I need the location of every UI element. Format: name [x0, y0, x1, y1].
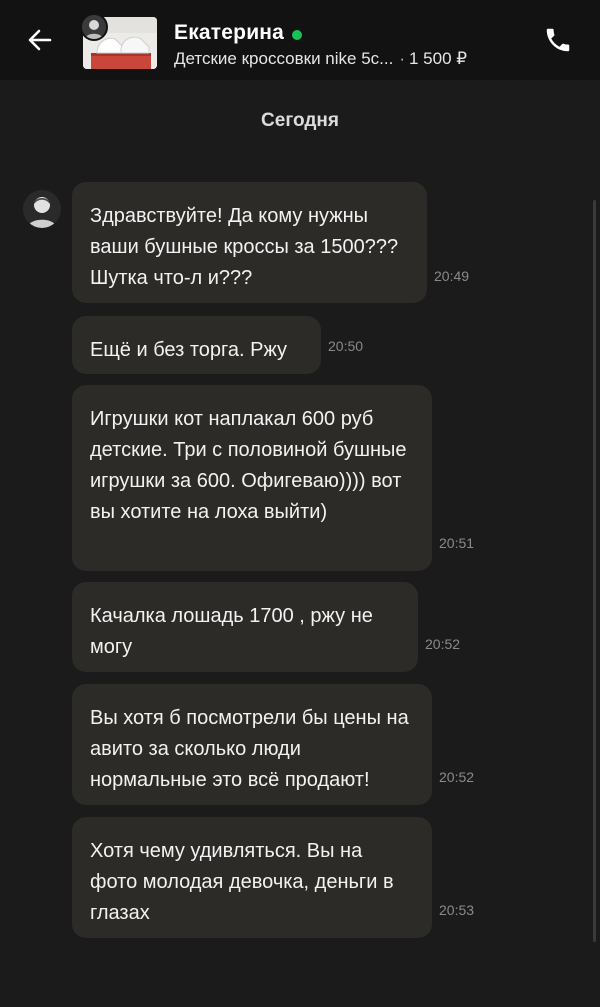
message-bubble[interactable]: Хотя чему удивляться. Вы на фото молодая… — [72, 817, 432, 938]
chat-scrollbar[interactable] — [593, 200, 596, 942]
message: Ещё и без торга. Ржу — [72, 316, 321, 374]
message-time: 20:52 — [439, 769, 475, 785]
item-price: 1 500 ₽ — [409, 49, 468, 68]
call-button[interactable] — [538, 20, 578, 60]
person-photo-icon — [82, 15, 106, 39]
contact-name: Екатерина — [174, 21, 285, 44]
back-button[interactable] — [22, 22, 58, 58]
person-photo-icon — [23, 190, 61, 228]
seller-mini-avatar — [80, 13, 108, 41]
online-status-dot — [292, 29, 303, 40]
message-bubble[interactable]: Качалка лошадь 1700 , ржу не могу — [72, 582, 418, 672]
arrow-left-icon — [28, 29, 52, 51]
message: Качалка лошадь 1700 , ржу не могу — [72, 582, 418, 672]
message-bubble[interactable]: Ещё и без торга. Ржу — [72, 316, 321, 374]
phone-icon — [546, 28, 570, 52]
message: Вы хотя б посмотрели бы цены на авито за… — [72, 684, 432, 805]
item-separator: · — [399, 49, 405, 68]
message-time: 20:50 — [328, 338, 364, 354]
message: Игрушки кот наплакал 600 руб детские. Тр… — [72, 385, 432, 571]
message-time: 20:52 — [425, 636, 461, 652]
message-bubble[interactable]: Вы хотя б посмотрели бы цены на авито за… — [72, 684, 432, 805]
contact-name-row[interactable]: Екатерина — [174, 20, 303, 46]
chat-header: Екатерина Детские кроссовки nike 5с... ·… — [0, 0, 600, 80]
message: Здравствуйте! Да кому нужны ваши бушные … — [72, 182, 427, 303]
date-separator: Сегодня — [261, 110, 339, 131]
message-time: 20:53 — [439, 902, 475, 918]
sender-avatar[interactable] — [23, 190, 61, 228]
message-time: 20:49 — [434, 268, 470, 284]
message-bubble[interactable]: Здравствуйте! Да кому нужны ваши бушные … — [72, 182, 427, 303]
item-info[interactable]: Детские кроссовки nike 5с... · 1 500 ₽ — [174, 48, 467, 70]
message-time: 20:51 — [439, 535, 475, 551]
message-bubble[interactable]: Игрушки кот наплакал 600 руб детские. Тр… — [72, 385, 432, 571]
message: Хотя чему удивляться. Вы на фото молодая… — [72, 817, 432, 938]
item-title: Детские кроссовки nike 5с... — [174, 49, 394, 68]
